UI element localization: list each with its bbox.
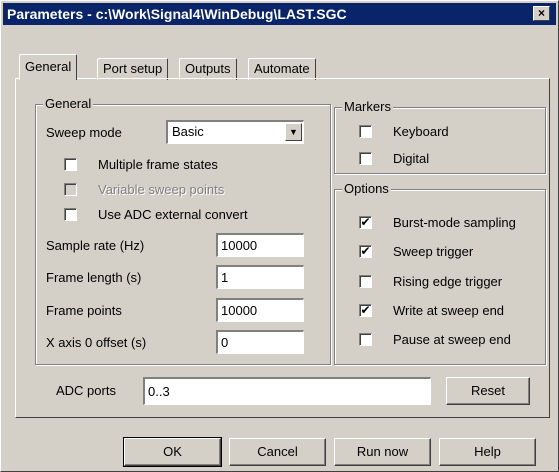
ok-button[interactable]: OK: [123, 437, 222, 467]
frame-length-label: Frame length (s): [46, 270, 142, 285]
digital-marker-checkbox[interactable]: [359, 152, 372, 165]
keyboard-marker-label: Keyboard: [393, 124, 449, 139]
write-at-sweep-end-label: Write at sweep end: [393, 303, 505, 318]
tab-automate[interactable]: Automate: [248, 58, 316, 80]
pause-at-sweep-end-checkbox[interactable]: [359, 333, 372, 346]
frame-points-input[interactable]: 10000: [216, 298, 304, 322]
rising-edge-trigger-checkbox[interactable]: [359, 275, 372, 288]
help-button[interactable]: Help: [439, 438, 536, 466]
cancel-button[interactable]: Cancel: [229, 438, 326, 466]
sweep-trigger-checkbox[interactable]: ✔: [359, 245, 372, 258]
keyboard-marker-checkbox[interactable]: [359, 125, 372, 138]
frame-points-label: Frame points: [46, 303, 122, 318]
title-bar[interactable]: Parameters - c:\Work\Signal4\WinDebug\LA…: [3, 3, 556, 25]
window-title: Parameters - c:\Work\Signal4\WinDebug\LA…: [7, 6, 347, 22]
close-icon[interactable]: ×: [533, 6, 550, 21]
use-adc-external-convert-checkbox[interactable]: [64, 208, 77, 221]
burst-mode-sampling-checkbox[interactable]: ✔: [359, 216, 372, 229]
x-axis-offset-input[interactable]: 0: [216, 330, 304, 354]
sweep-mode-value: Basic: [172, 124, 204, 139]
sweep-mode-label: Sweep mode: [46, 125, 122, 140]
adc-ports-label: ADC ports: [56, 383, 116, 398]
use-adc-external-convert-label: Use ADC external convert: [98, 207, 248, 222]
frame-length-input[interactable]: 1: [216, 265, 304, 289]
variable-sweep-points-label: Variable sweep points: [98, 182, 225, 197]
markers-group-label: Markers: [342, 99, 393, 114]
sample-rate-label: Sample rate (Hz): [46, 238, 145, 253]
variable-sweep-points-checkbox: [64, 183, 77, 196]
options-group-label: Options: [342, 181, 391, 196]
pause-at-sweep-end-label: Pause at sweep end: [393, 332, 511, 347]
tab-port-setup[interactable]: Port setup: [97, 58, 169, 80]
tab-general[interactable]: General: [19, 54, 78, 80]
write-at-sweep-end-checkbox[interactable]: ✔: [359, 304, 372, 317]
burst-mode-sampling-label: Burst-mode sampling: [393, 215, 516, 230]
sample-rate-input[interactable]: 10000: [216, 233, 304, 257]
run-now-button[interactable]: Run now: [334, 438, 431, 466]
tab-outputs[interactable]: Outputs: [179, 58, 237, 80]
sweep-mode-select[interactable]: Basic ▼: [166, 120, 304, 144]
chevron-down-icon[interactable]: ▼: [285, 123, 302, 141]
tab-panel-general: General Sweep mode Basic ▼ Multiple fram…: [15, 78, 550, 418]
x-axis-offset-label: X axis 0 offset (s): [46, 335, 147, 350]
digital-marker-label: Digital: [393, 151, 430, 166]
multiple-frame-states-checkbox[interactable]: [64, 158, 77, 171]
adc-ports-input[interactable]: 0..3: [143, 377, 431, 405]
general-group-label: General: [43, 96, 94, 111]
rising-edge-trigger-label: Rising edge trigger: [393, 274, 503, 289]
reset-button[interactable]: Reset: [446, 377, 530, 405]
sweep-trigger-label: Sweep trigger: [393, 244, 474, 259]
multiple-frame-states-label: Multiple frame states: [98, 157, 218, 172]
parameters-dialog: Parameters - c:\Work\Signal4\WinDebug\LA…: [0, 0, 559, 472]
